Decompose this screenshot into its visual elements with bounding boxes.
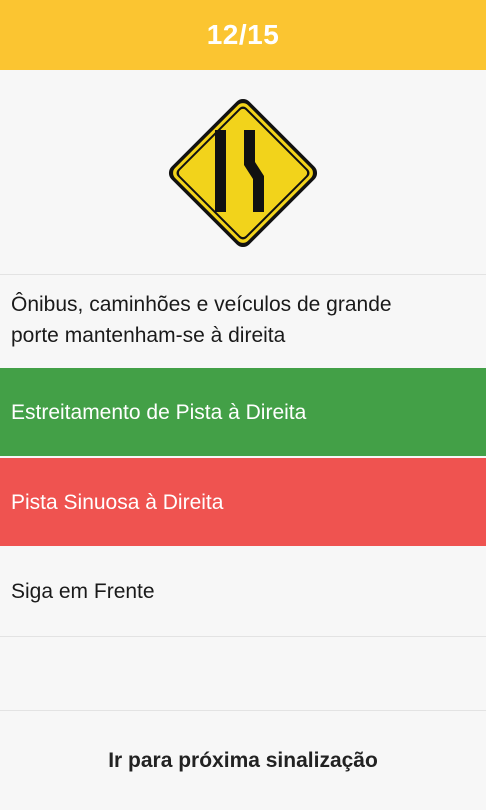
answer-option-3-label: Pista Sinuosa à Direita xyxy=(11,490,224,514)
lane-narrows-right-sign-icon xyxy=(168,98,318,248)
answer-option-1-label: Ônibus, caminhões e veículos de grande p… xyxy=(11,293,392,347)
answer-option-2-label: Estreitamento de Pista à Direita xyxy=(11,400,307,424)
header-bar: 12/15 xyxy=(0,0,486,70)
answer-option-1[interactable]: Ônibus, caminhões e veículos de grande p… xyxy=(0,275,486,366)
answer-option-4-label: Siga em Frente xyxy=(11,580,155,603)
next-sign-button-label: Ir para próxima sinalização xyxy=(108,748,378,772)
answer-option-2-correct[interactable]: Estreitamento de Pista à Direita xyxy=(0,368,486,456)
answer-option-4[interactable]: Siga em Frente xyxy=(0,547,486,636)
next-sign-button[interactable]: Ir para próxima sinalização xyxy=(0,711,486,810)
answer-option-3-wrong[interactable]: Pista Sinuosa à Direita xyxy=(0,458,486,546)
divider xyxy=(0,636,486,637)
sign-image-area xyxy=(0,70,486,274)
question-counter: 12/15 xyxy=(206,19,280,50)
